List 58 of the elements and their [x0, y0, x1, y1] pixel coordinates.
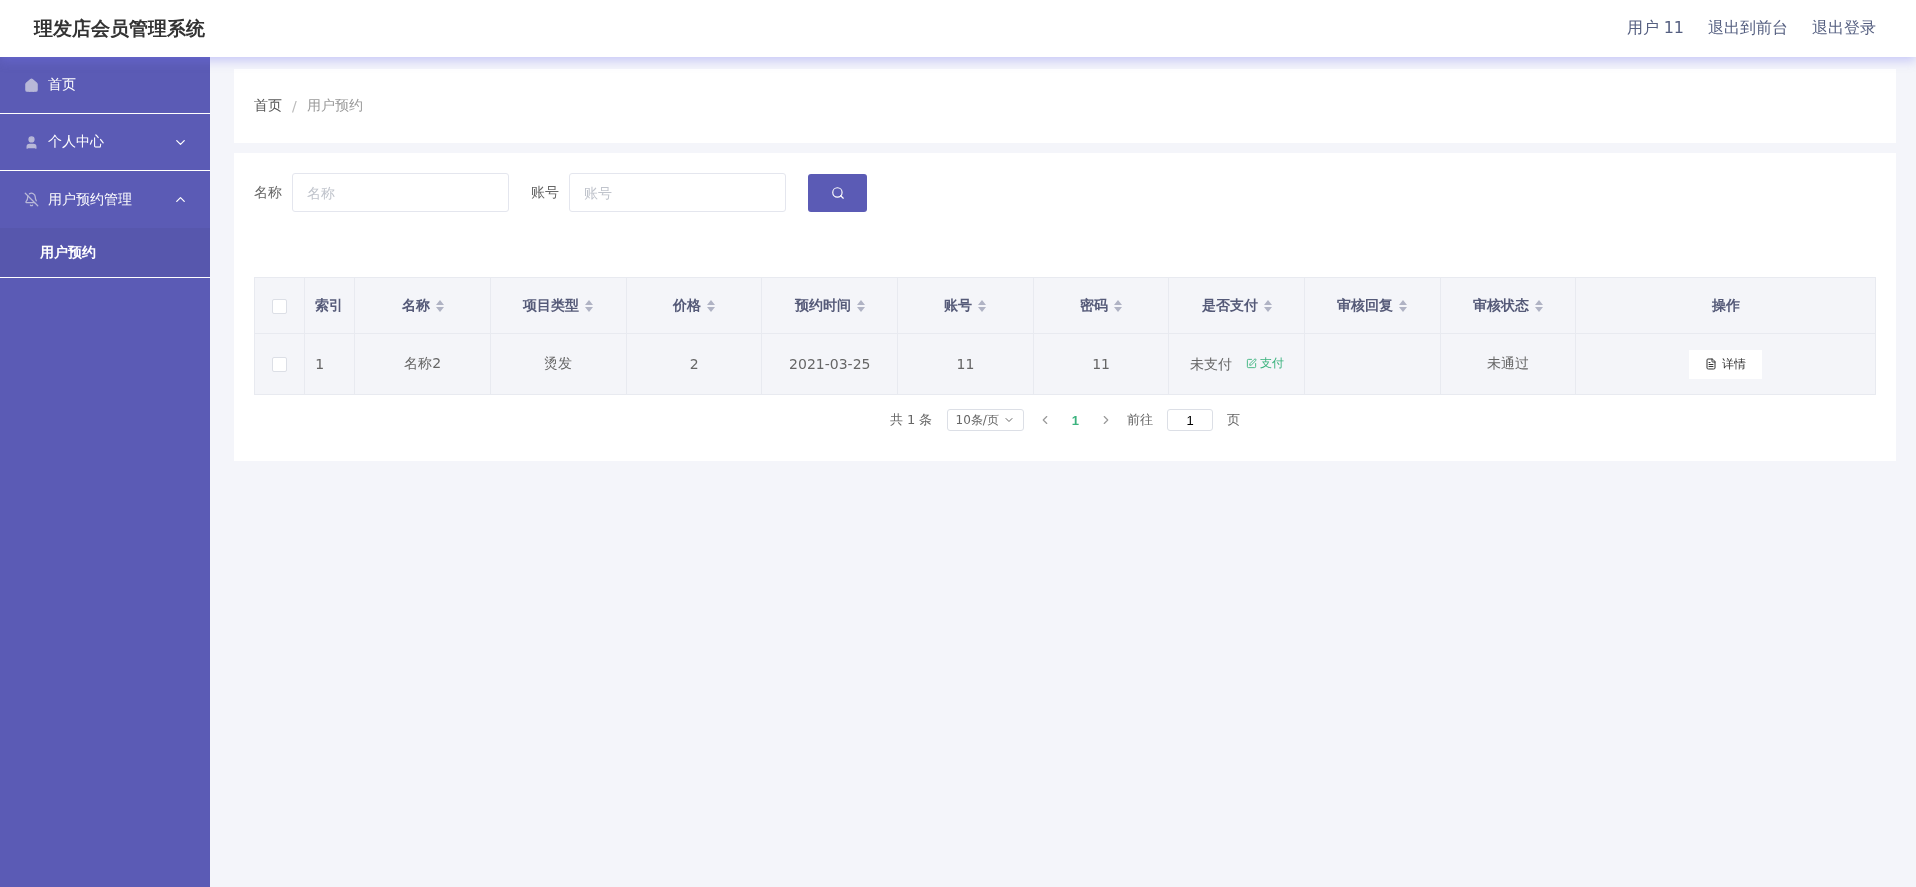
search-field[interactable]: 名称	[292, 173, 509, 212]
page-input[interactable]: 1	[1167, 409, 1214, 431]
checkbox[interactable]	[272, 357, 288, 373]
sidebar-item[interactable]: 用户预约管理	[0, 171, 210, 228]
column-header[interactable]: 审核回复	[1304, 277, 1441, 334]
column-header[interactable]: 预约时间	[761, 277, 898, 334]
table-cell: 名称2	[354, 333, 491, 395]
home-icon	[24, 77, 39, 93]
sidebar-subitem[interactable]: 用户预约	[0, 228, 210, 278]
total-count: 共 1 条	[889, 411, 933, 429]
table-cell: 1	[304, 333, 355, 395]
app-title: 理发店会员管理系统	[34, 15, 205, 41]
payment-status: 未支付	[1189, 355, 1232, 372]
sort-icon[interactable]	[435, 299, 444, 312]
search-button[interactable]	[808, 173, 867, 212]
column-header[interactable]: 项目类型	[490, 277, 627, 334]
breadcrumb-item[interactable]: 首页	[254, 97, 282, 115]
user-icon	[24, 134, 39, 150]
column-header[interactable]: 价格	[626, 277, 762, 334]
sort-icon[interactable]	[707, 299, 716, 312]
checkbox[interactable]	[272, 298, 288, 314]
column-header[interactable]: 密码	[1033, 277, 1169, 334]
sort-icon[interactable]	[1535, 299, 1544, 312]
table-cell: 烫发	[490, 333, 627, 395]
sort-icon[interactable]	[585, 299, 594, 312]
sidebar-item[interactable]: 个人中心	[0, 114, 210, 171]
field-label: 名称	[254, 183, 282, 202]
column-header[interactable]: 是否支付	[1168, 277, 1305, 334]
column-header[interactable]: 审核状态	[1440, 277, 1576, 334]
search-field[interactable]: 账号	[569, 173, 786, 212]
field-label: 账号	[531, 183, 559, 202]
column-header: 索引	[304, 277, 355, 334]
table-cell: 2	[626, 333, 762, 395]
sort-icon[interactable]	[1263, 299, 1272, 312]
goto-label: 前往	[1127, 411, 1154, 429]
column-header: 操作	[1575, 277, 1876, 334]
table-cell: 未通过	[1440, 333, 1576, 395]
column-header[interactable]: 账号	[897, 277, 1034, 334]
edit-icon	[1245, 357, 1257, 369]
header-link[interactable]: 退出到前台	[1708, 18, 1788, 39]
details-button[interactable]: 详情	[1689, 349, 1763, 379]
table-cell: 11	[1033, 333, 1169, 395]
column-header[interactable]: 名称	[354, 277, 491, 334]
page-size-select[interactable]: 10条/页	[946, 409, 1024, 431]
header-link[interactable]: 用户 11	[1626, 18, 1684, 39]
header-link[interactable]: 退出登录	[1812, 18, 1876, 39]
document-icon	[1705, 358, 1718, 370]
sort-icon[interactable]	[1114, 299, 1123, 312]
page-suffix: 页	[1227, 411, 1241, 429]
table-cell: 11	[897, 333, 1034, 395]
sort-icon[interactable]	[856, 299, 865, 312]
breadcrumb-separator: /	[292, 98, 297, 114]
sidebar-item[interactable]: 首页	[0, 57, 210, 114]
bell-off-icon	[24, 192, 39, 207]
sort-icon[interactable]	[1399, 299, 1408, 312]
search-icon	[830, 185, 845, 200]
sort-icon[interactable]	[978, 299, 987, 312]
table-cell: 2021-03-25	[761, 333, 898, 395]
